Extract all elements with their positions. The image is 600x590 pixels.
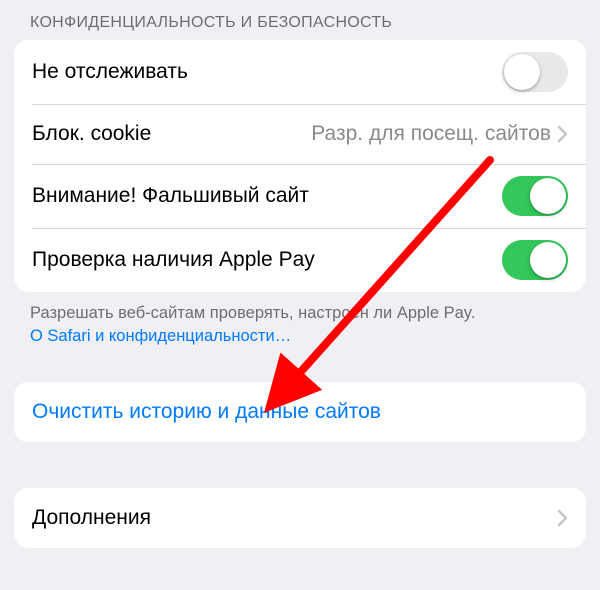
privacy-group: Не отслеживать Блок. cookie Разр. для по…: [14, 40, 586, 292]
apple-pay-check-toggle[interactable]: [502, 240, 568, 280]
do-not-track-row[interactable]: Не отслеживать: [14, 40, 586, 104]
chevron-right-icon: [557, 509, 568, 527]
block-cookies-row[interactable]: Блок. cookie Разр. для посещ. сайтов: [14, 104, 586, 164]
clear-history-row[interactable]: Очистить историю и данные сайтов: [14, 382, 586, 442]
addons-row[interactable]: Дополнения: [14, 488, 586, 548]
apple-pay-check-label: Проверка наличия Apple Pay: [32, 247, 315, 273]
block-cookies-value: Разр. для посещ. сайтов: [311, 121, 551, 147]
clear-group: Очистить историю и данные сайтов: [14, 382, 586, 442]
fraud-warning-row[interactable]: Внимание! Фальшивый сайт: [14, 164, 586, 228]
addons-label: Дополнения: [32, 505, 151, 531]
privacy-footer-text: Разрешать веб-сайтам проверять, настроен…: [30, 304, 475, 322]
fraud-warning-toggle[interactable]: [502, 176, 568, 216]
chevron-right-icon: [557, 125, 568, 143]
apple-pay-check-row[interactable]: Проверка наличия Apple Pay: [14, 228, 586, 292]
privacy-footer: Разрешать веб-сайтам проверять, настроен…: [0, 292, 600, 348]
fraud-warning-label: Внимание! Фальшивый сайт: [32, 183, 309, 209]
clear-history-label: Очистить историю и данные сайтов: [32, 399, 381, 425]
block-cookies-label: Блок. cookie: [32, 121, 151, 147]
addons-group: Дополнения: [14, 488, 586, 548]
do-not-track-toggle[interactable]: [502, 52, 568, 92]
do-not-track-label: Не отслеживать: [32, 59, 188, 85]
about-safari-privacy-link[interactable]: О Safari и конфиденциальности…: [30, 327, 291, 345]
section-header-privacy: КОНФИДЕНЦИАЛЬНОСТЬ И БЕЗОПАСНОСТЬ: [0, 14, 600, 40]
